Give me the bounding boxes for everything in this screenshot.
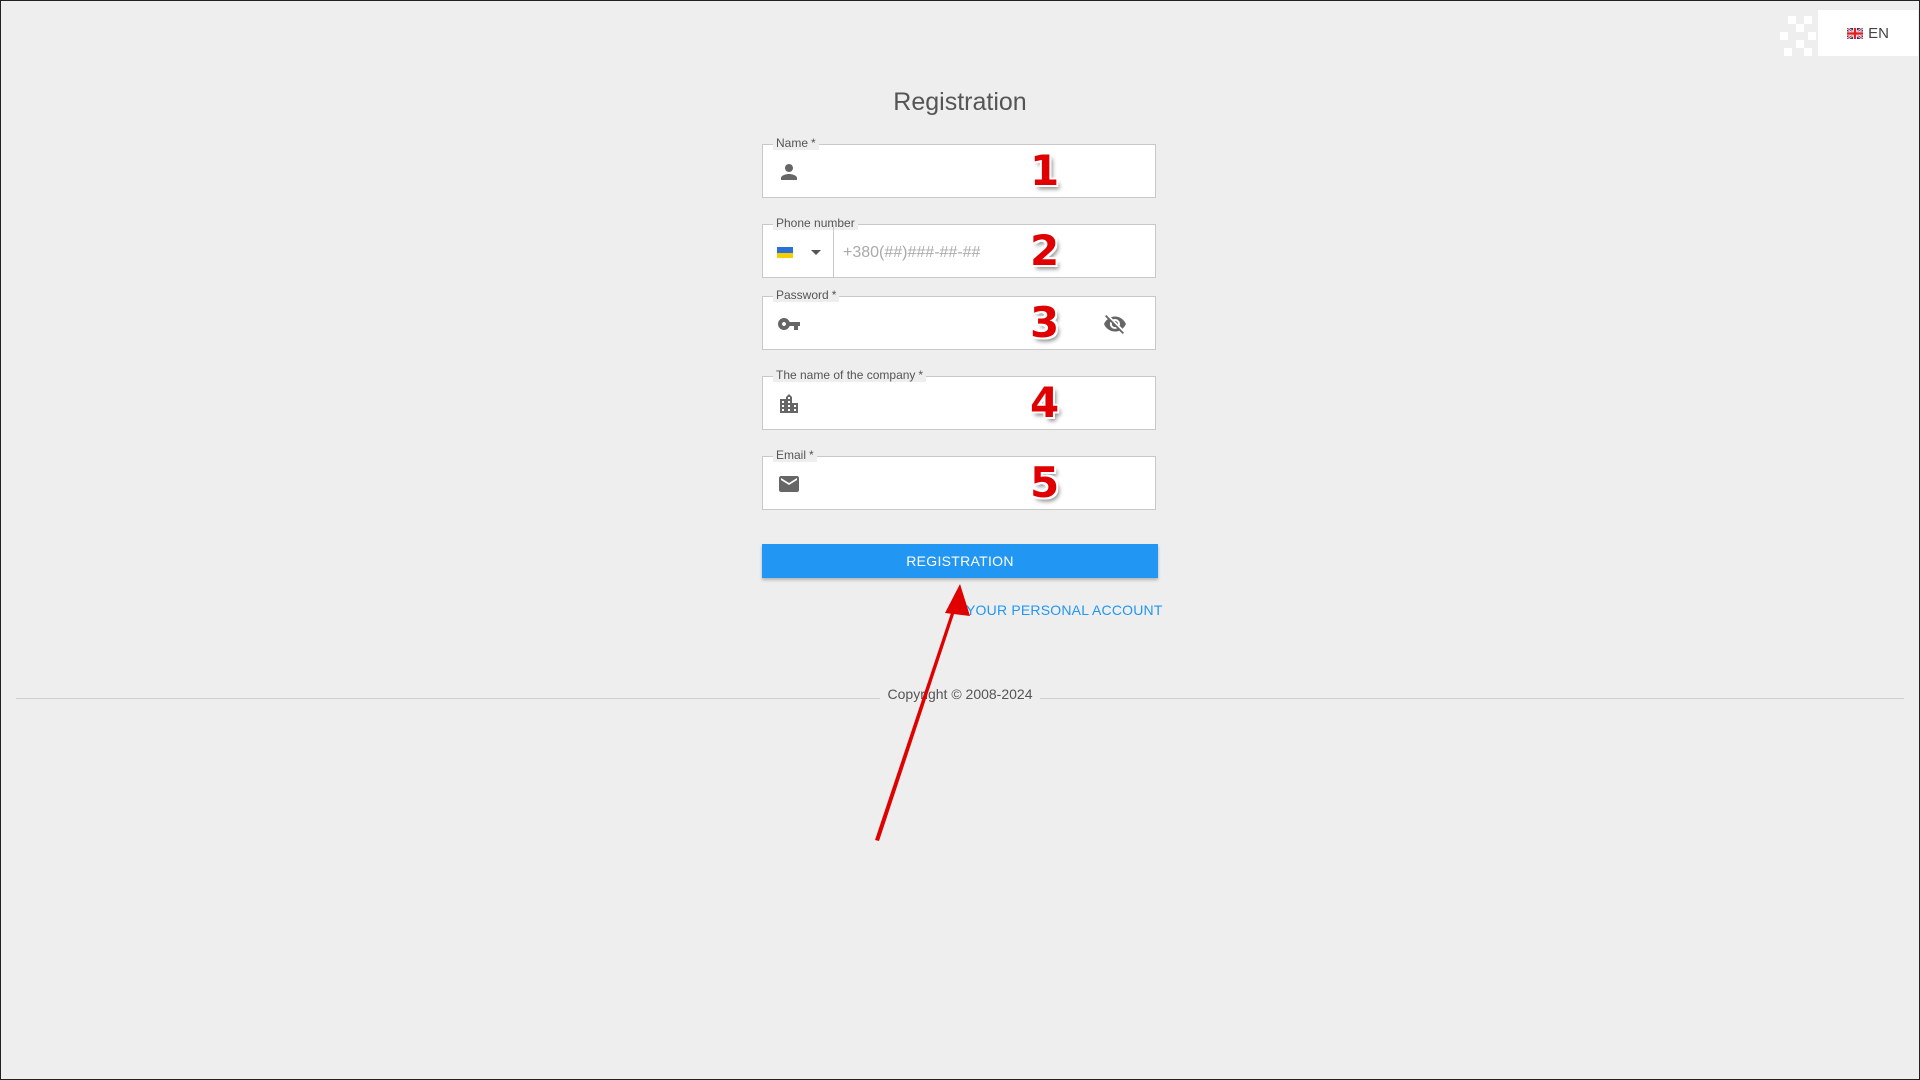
password-label: Password * (773, 288, 840, 302)
annotation-arrow (875, 584, 970, 841)
company-label: The name of the company * (773, 368, 927, 382)
building-icon (780, 394, 798, 413)
phone-field[interactable]: Phone number (762, 216, 1156, 278)
ukraine-flag-icon (777, 247, 793, 258)
key-icon (778, 318, 800, 330)
personal-account-link[interactable]: YOUR PERSONAL ACCOUNT (966, 602, 1163, 618)
company-field[interactable]: The name of the company * (762, 368, 1156, 430)
annotation-number-3: 3 (1030, 298, 1060, 347)
annotation-number-5: 5 (1030, 458, 1060, 507)
visibility-off-icon[interactable] (1103, 312, 1127, 336)
name-field[interactable]: Name * (762, 136, 1156, 198)
name-label: Name * (773, 136, 819, 150)
language-selector[interactable]: EN (1818, 10, 1918, 56)
registration-button[interactable]: REGISTRATION (762, 544, 1158, 578)
annotation-number-2: 2 (1030, 226, 1060, 275)
email-label: Email * (773, 448, 817, 462)
chevron-down-icon (811, 250, 821, 255)
person-icon (781, 164, 797, 180)
pixel-decoration (1780, 10, 1816, 56)
uk-flag-icon (1847, 27, 1864, 39)
email-field[interactable]: Email * (762, 448, 1156, 510)
annotation-number-4: 4 (1030, 378, 1060, 427)
password-field[interactable]: Password * (762, 288, 1156, 350)
language-area: EN (1780, 10, 1920, 56)
copyright-text: Copyright © 2008-2024 (880, 686, 1040, 702)
annotation-number-1: 1 (1030, 146, 1060, 195)
country-code-dropdown[interactable] (763, 225, 834, 277)
phone-input[interactable] (841, 233, 1125, 273)
email-icon (779, 476, 799, 492)
language-code: EN (1868, 24, 1889, 42)
page-title: Registration (893, 88, 1027, 116)
